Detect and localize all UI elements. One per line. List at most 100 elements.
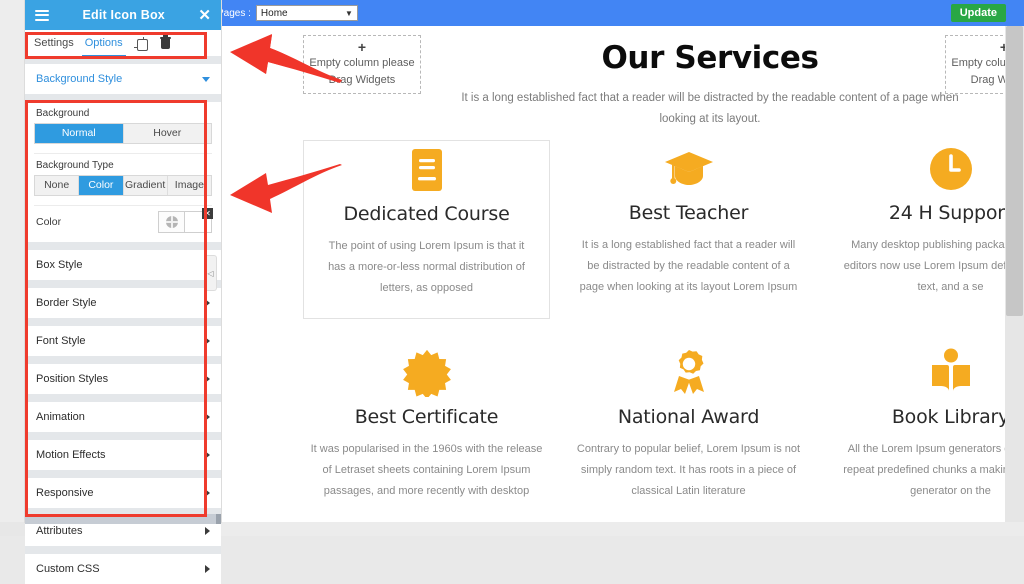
tab-settings[interactable]: Settings xyxy=(34,30,74,56)
left-rail-inner xyxy=(0,0,25,522)
panel-scrollbar-track[interactable] xyxy=(25,514,221,524)
panel-title: Edit Icon Box xyxy=(82,8,165,22)
panel-divider xyxy=(25,470,221,478)
service-card-title: Best Teacher xyxy=(628,202,749,224)
open-book-icon xyxy=(827,344,1005,402)
chevron-right-icon xyxy=(205,451,210,459)
service-card-book-library[interactable]: Book Library All the Lorem Ipsum generat… xyxy=(827,344,1005,514)
accordion-label: Custom CSS xyxy=(36,563,100,575)
chevron-down-icon xyxy=(202,76,210,82)
chevron-right-icon xyxy=(205,413,210,421)
accordion-responsive[interactable]: Responsive xyxy=(25,478,221,508)
accordion-position-styles[interactable]: Position Styles xyxy=(25,364,221,394)
chevron-down-icon: ▼ xyxy=(345,8,353,18)
background-state-hover[interactable]: Hover xyxy=(123,124,211,143)
plus-icon: + xyxy=(357,38,367,55)
chevron-right-icon xyxy=(205,337,210,345)
accordion-label: Responsive xyxy=(36,487,94,499)
app-window: Pages : Home ▼ Update + Empty column ple… xyxy=(0,0,1024,584)
panel-divider xyxy=(25,242,221,250)
service-card-text: It was popularised in the 1960s with the… xyxy=(310,443,543,497)
background-type-none[interactable]: None xyxy=(35,176,80,195)
award-ribbon-icon xyxy=(565,344,812,402)
empty-column-line1: Empty column please xyxy=(309,56,415,69)
accordion-animation[interactable]: Animation xyxy=(25,402,221,432)
panel-divider xyxy=(25,356,221,364)
background-state-normal[interactable]: Normal xyxy=(35,124,124,143)
empty-column-line2: Drag Widgets xyxy=(328,73,396,86)
panel-collapse-handle[interactable]: ◁ xyxy=(205,255,217,291)
panel-divider xyxy=(25,318,221,326)
page-title: Our Services xyxy=(601,40,819,76)
update-button[interactable]: Update xyxy=(950,4,1006,22)
top-bar: Pages : Home ▼ Update xyxy=(205,0,1024,26)
trash-icon[interactable] xyxy=(159,34,173,51)
accordion-border-style[interactable]: Border Style xyxy=(25,288,221,318)
color-picker[interactable]: ✕ xyxy=(158,208,213,233)
color-wheel-icon[interactable] xyxy=(158,211,185,233)
service-card-title: 24 H Support xyxy=(888,202,1005,224)
background-label: Background xyxy=(36,108,90,119)
section-subheading: It is a long established fact that a rea… xyxy=(461,92,959,125)
accordion-box-style[interactable]: Box Style xyxy=(25,250,221,280)
panel-scrollbar-thumb[interactable] xyxy=(216,514,221,524)
copy-icon[interactable] xyxy=(133,36,148,51)
hamburger-icon[interactable] xyxy=(35,9,49,21)
service-card-text: It is a long established fact that a rea… xyxy=(579,239,798,293)
service-card-text: Contrary to popular belief, Lorem Ipsum … xyxy=(576,443,801,497)
starburst-icon xyxy=(303,344,550,402)
chevron-right-icon xyxy=(205,375,210,383)
panel-divider xyxy=(25,56,221,64)
color-label: Color xyxy=(36,216,62,228)
background-type-tabs: None Color Gradient Image xyxy=(34,175,212,196)
panel-divider xyxy=(25,94,221,102)
pages-select-value: Home xyxy=(260,7,288,19)
accordion-label: Font Style xyxy=(36,335,86,347)
chevron-right-icon xyxy=(205,299,210,307)
accordion-motion-effects[interactable]: Motion Effects xyxy=(25,440,221,470)
service-card-national-award[interactable]: National Award Contrary to popular belie… xyxy=(565,344,812,514)
graduation-cap-icon xyxy=(565,140,812,198)
accordion-custom-css[interactable]: Custom CSS xyxy=(25,554,221,584)
service-card-best-certificate[interactable]: Best Certificate It was popularised in t… xyxy=(303,344,550,514)
accordion-font-style[interactable]: Font Style xyxy=(25,326,221,356)
chevron-right-icon xyxy=(205,527,210,535)
page-canvas: + Empty column please Drag Widgets + Emp… xyxy=(205,26,1005,522)
panel-tabs: Settings Options xyxy=(25,30,221,57)
background-type-color[interactable]: Color xyxy=(79,176,124,195)
background-state-tabs: Normal Hover xyxy=(34,123,212,144)
panel-divider xyxy=(25,280,221,288)
accordion-background-style[interactable]: Background Style xyxy=(25,64,221,94)
service-card-title: Best Certificate xyxy=(354,406,499,428)
close-icon[interactable]: ✕ xyxy=(198,8,211,23)
accordion-label: Animation xyxy=(36,411,85,423)
color-clear-icon[interactable]: ✕ xyxy=(202,208,213,219)
clock-icon xyxy=(827,140,1005,198)
chevron-right-icon xyxy=(205,565,210,573)
service-card-dedicated-course[interactable]: Dedicated Course The point of using Lore… xyxy=(303,140,550,319)
panel-divider xyxy=(25,546,221,554)
service-card-24h-support[interactable]: 24 H Support Many desktop publishing pac… xyxy=(827,140,1005,319)
service-card-title: Book Library xyxy=(891,406,1005,428)
edit-panel: Edit Icon Box ✕ Settings Options Backgro… xyxy=(25,0,221,584)
background-type-gradient[interactable]: Gradient xyxy=(123,176,168,195)
background-type-image[interactable]: Image xyxy=(167,176,211,195)
canvas-scrollbar-thumb[interactable] xyxy=(1006,26,1023,316)
pages-select[interactable]: Home ▼ xyxy=(255,5,358,21)
book-icon xyxy=(304,141,549,199)
service-card-title: Dedicated Course xyxy=(343,203,510,225)
chevron-right-icon xyxy=(205,489,210,497)
panel-header: Edit Icon Box ✕ xyxy=(25,0,221,30)
accordion-label: Border Style xyxy=(36,297,97,309)
empty-column-placeholder-left[interactable]: + Empty column please Drag Widgets xyxy=(303,35,421,94)
section-header: Our Services It is a long established fa… xyxy=(430,40,990,130)
panel-divider xyxy=(25,432,221,440)
pages-label: Pages : xyxy=(217,7,251,19)
service-card-title: National Award xyxy=(617,406,760,428)
panel-divider xyxy=(25,394,221,402)
accordion-label: Motion Effects xyxy=(36,449,106,461)
color-row: Color ✕ xyxy=(25,206,221,233)
service-card-best-teacher[interactable]: Best Teacher It is a long established fa… xyxy=(565,140,812,319)
tab-options[interactable]: Options xyxy=(81,30,126,57)
background-group: Background Normal Hover Background Type … xyxy=(25,102,221,233)
